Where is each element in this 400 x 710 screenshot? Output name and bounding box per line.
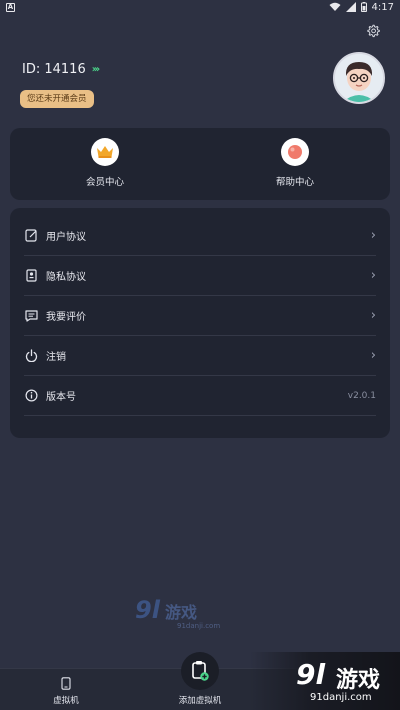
app-notification-icon: A [6, 2, 15, 12]
boy-avatar-icon [335, 54, 383, 102]
menu-label: 我要评价 [46, 312, 86, 323]
privacy-doc-icon [24, 269, 38, 283]
user-id: ID: 14116 ››› [22, 62, 101, 77]
corner-watermark-url: 91danji.com [310, 692, 372, 703]
power-icon [24, 349, 38, 363]
vip-status-badge[interactable]: 您还未开通会员 [20, 90, 94, 108]
corner-watermark-zh: 游戏 [336, 668, 381, 693]
signal-icon [345, 2, 356, 12]
chevron-right-icon: › [370, 308, 376, 323]
nav-vm[interactable]: 虚拟机 [26, 677, 106, 709]
add-vm-button[interactable] [181, 652, 219, 690]
member-center-label: 会员中心 [85, 177, 124, 188]
status-time: 4:17 [371, 1, 394, 13]
nav-vm-label: 虚拟机 [53, 696, 79, 706]
menu-rate-us[interactable]: 我要评价 › [24, 296, 376, 336]
help-center-button[interactable]: 帮助中心 [235, 138, 355, 194]
member-center-button[interactable]: 会员中心 [45, 138, 165, 194]
settings-menu: 用户协议 › 隐私协议 › 我要评价 › 注销 › 版本号 v2.0.1 [10, 208, 390, 438]
phone-icon [61, 677, 71, 690]
add-clipboard-icon [192, 661, 209, 681]
info-icon [24, 389, 38, 403]
menu-label: 版本号 [46, 392, 76, 403]
menu-label: 用户协议 [46, 232, 86, 243]
comment-icon [24, 309, 38, 323]
avatar[interactable] [333, 52, 385, 104]
menu-label: 注销 [46, 352, 66, 363]
wifi-icon [329, 2, 341, 11]
watermark-logo: 9l 游戏 91danji.com [135, 596, 245, 632]
settings-button[interactable] [364, 22, 382, 40]
help-center-label: 帮助中心 [275, 177, 314, 188]
edit-doc-icon [24, 229, 38, 243]
watermark-url: 91danji.com [177, 622, 221, 630]
chevron-right-icon: › [370, 348, 376, 363]
version-value: v2.0.1 [347, 390, 376, 401]
quick-actions-card: 会员中心 帮助中心 [10, 128, 390, 200]
gear-icon [367, 24, 380, 38]
crown-icon [91, 138, 119, 166]
chevron-right-icon: › [370, 228, 376, 243]
menu-label: 隐私协议 [46, 272, 86, 283]
watermark-mark: 9l [135, 596, 160, 624]
menu-logout[interactable]: 注销 › [24, 336, 376, 376]
status-bar: A 4:17 [0, 0, 400, 14]
help-ball-icon [281, 138, 309, 166]
corner-watermark-mark: 9l [296, 658, 326, 691]
menu-privacy-agreement[interactable]: 隐私协议 › [24, 256, 376, 296]
add-vm-label: 添加虚拟机 [178, 696, 222, 706]
chevrons-right-icon: ››› [91, 64, 101, 75]
watermark-zh: 游戏 [165, 603, 198, 622]
menu-version: 版本号 v2.0.1 [24, 376, 376, 416]
battery-icon [360, 2, 367, 12]
menu-user-agreement[interactable]: 用户协议 › [24, 216, 376, 256]
user-id-text: ID: 14116 [22, 62, 86, 77]
chevron-right-icon: › [370, 268, 376, 283]
corner-watermark: 9l 游戏 91danji.com [250, 652, 400, 710]
